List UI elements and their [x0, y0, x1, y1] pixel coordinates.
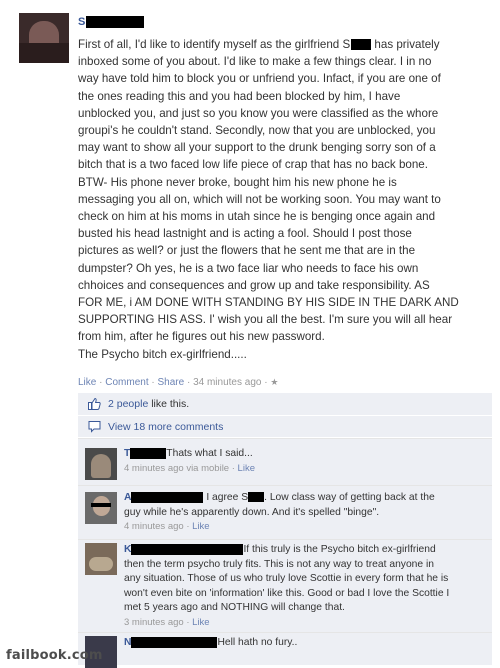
redaction-bar: [86, 16, 145, 29]
comment-like-link[interactable]: Like: [192, 617, 209, 628]
post-author[interactable]: S: [78, 16, 145, 29]
view-more-comments[interactable]: View 18 more comments: [78, 416, 492, 438]
comment-bubble-icon: [88, 421, 101, 433]
comment-text: then the term psycho truly fits. This is…: [124, 558, 435, 570]
comment-text: any situation. Those of us who truly lov…: [124, 573, 449, 585]
avatar-shadow: [19, 43, 69, 63]
post-line: inboxed some of you about. I'd like to m…: [78, 55, 432, 69]
commenter-avatar[interactable]: [85, 492, 117, 524]
comment-text: guy while he's apparently down. And it's…: [124, 506, 380, 518]
post-line: First of all, I'd like to identify mysel…: [78, 38, 440, 51]
post-line: may want to show all your support to the…: [78, 141, 436, 155]
likes-summary: 2 people like this.: [78, 393, 492, 416]
comment-like-link[interactable]: Like: [192, 521, 209, 532]
avatar-face: [89, 557, 113, 571]
post-line: messaging you all on, which will not be …: [78, 192, 441, 206]
post-line: groupi's he couldn't stand. Secondly, no…: [78, 124, 436, 138]
comment-text: Thats what I said...: [166, 448, 253, 459]
commenter-avatar[interactable]: [85, 448, 117, 480]
post-line: bitch that is a two faced low life piece…: [78, 158, 428, 172]
post-line: busted his head lastnight and is acting …: [78, 227, 412, 241]
redaction-bar: [131, 491, 204, 503]
comment-item: A I agree S . Low class way of getting ba…: [78, 485, 492, 539]
post-line: The Psycho bitch ex-girlfriend.....: [78, 347, 247, 361]
post-line: FOR ME, i AM DONE WITH STANDING BY HIS S…: [78, 296, 459, 310]
comment-text: met 5 years ago and NOTHING will change …: [124, 602, 345, 614]
comment-item: T Thats what I said... 4 minutes ago via …: [78, 438, 492, 485]
redaction-bar: [248, 492, 265, 503]
comment-text: I agree S: [206, 492, 249, 503]
redaction-bar: [131, 636, 218, 648]
avatar-censor-bar: [91, 503, 111, 507]
post-line: unblocked you, and just so you know you …: [78, 106, 439, 120]
post-line: pictures as well? or just the flowers th…: [78, 244, 416, 258]
site-watermark: failbook.com: [6, 648, 103, 663]
post-line: check on him at his moms in utah since h…: [78, 210, 436, 224]
post-body: First of all, I'd like to identify mysel…: [78, 36, 488, 363]
post-timestamp[interactable]: 34 minutes ago: [193, 377, 261, 388]
commenter-name[interactable]: K: [124, 544, 131, 555]
author-name[interactable]: S: [78, 16, 85, 28]
commenter-name[interactable]: N: [124, 637, 131, 648]
view-comments-label[interactable]: View 18 more comments: [108, 421, 223, 433]
post-line: from him, after he figures out his new p…: [78, 330, 325, 344]
comment-text: If this truly is the Psycho bitch ex-gir…: [243, 544, 436, 555]
post-line: chhoices and consequences and grow up an…: [78, 278, 430, 292]
post-actions: Like · Comment · Share · 34 minutes ago …: [78, 377, 279, 388]
comment-text: . Low class way of getting back at the: [264, 492, 435, 503]
post-line: way have told him to block you or unfrie…: [78, 72, 441, 86]
likes-suffix: like this.: [148, 398, 190, 410]
avatar-face: [91, 454, 111, 478]
comment-like-link[interactable]: Like: [238, 463, 255, 474]
like-link[interactable]: Like: [78, 377, 96, 388]
comment-text: Hell hath no fury..: [217, 637, 298, 648]
redaction-bar: [130, 447, 167, 459]
likers-link[interactable]: 2 people: [108, 398, 148, 410]
comment-text: won't even bite on 'information' like th…: [124, 587, 450, 599]
post-line: dumpster? Oh yes, he is a two face liar …: [78, 261, 419, 275]
comment-item: N Hell hath no fury..: [78, 632, 492, 668]
author-avatar[interactable]: [19, 13, 69, 63]
commenter-name[interactable]: A: [124, 492, 131, 503]
comment-link[interactable]: Comment: [105, 377, 148, 388]
post-line: the ones reading this and you had been b…: [78, 89, 401, 103]
post-line: BTW- His phone never broke, bought him h…: [78, 175, 397, 189]
comment-item: K If this truly is the Psycho bitch ex-gi…: [78, 539, 492, 632]
audience-icon: ★: [270, 377, 279, 387]
comment-timestamp[interactable]: 4 minutes ago: [124, 521, 184, 532]
commenter-avatar[interactable]: [85, 543, 117, 575]
redaction-bar: [131, 543, 244, 555]
redaction-bar: [351, 39, 372, 51]
comment-timestamp[interactable]: 3 minutes ago: [124, 617, 184, 628]
thumbs-up-icon: [88, 397, 101, 410]
share-link[interactable]: Share: [158, 377, 185, 388]
post-line: SUPPORTING HIS ASS. I' wish you all the …: [78, 313, 453, 327]
comment-timestamp[interactable]: 4 minutes ago via mobile: [124, 463, 229, 474]
